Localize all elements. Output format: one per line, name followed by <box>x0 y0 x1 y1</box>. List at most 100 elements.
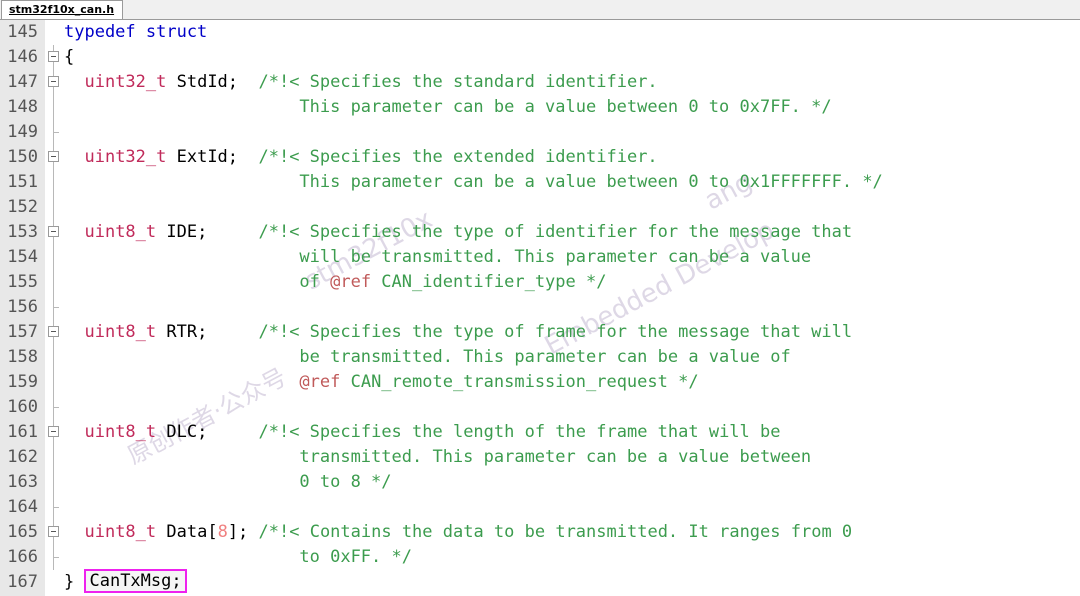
fold-marker-cell[interactable] <box>45 320 63 345</box>
tab-stm32f10x-can-h[interactable]: stm32f10x_can.h <box>1 0 124 19</box>
code-token-typ: uint32_t <box>84 72 167 92</box>
code-line: 150 uint32_t ExtId; /*!< Specifies the e… <box>0 145 1080 170</box>
code-text: uint8_t RTR; /*!< Specifies the type of … <box>64 320 852 345</box>
fold-marker-cell <box>45 570 63 595</box>
code-text: This parameter can be a value between 0 … <box>64 95 832 120</box>
code-line: 146 { <box>0 45 1080 70</box>
line-number: 148 <box>7 97 38 117</box>
code-token-cmt <box>64 372 299 392</box>
code-token-tag: @ref <box>330 272 372 292</box>
fold-collapse-icon[interactable] <box>48 526 59 537</box>
highlighted-symbol: CanTxMsg; <box>84 569 187 593</box>
code-token-plain: ExtId; <box>166 147 259 167</box>
fold-marker-cell[interactable] <box>45 145 63 170</box>
code-token-cmt: will be transmitted. This parameter can … <box>64 247 812 267</box>
code-text: transmitted. This parameter can be a val… <box>64 445 811 470</box>
line-number: 150 <box>7 147 38 167</box>
fold-tick-icon <box>53 307 59 308</box>
line-number: 167 <box>7 572 38 592</box>
code-token-cmt: This parameter can be a value between 0 … <box>64 97 832 117</box>
fold-tick-icon <box>53 557 59 558</box>
code-token-cmt: /*!< Specifies the type of identifier fo… <box>258 222 853 242</box>
code-token-typ: uint8_t <box>84 322 157 342</box>
code-token-typ: uint8_t <box>84 522 157 542</box>
fold-marker-cell[interactable] <box>45 220 63 245</box>
fold-marker-cell[interactable] <box>45 45 63 70</box>
fold-marker-cell[interactable] <box>45 70 63 95</box>
code-token-cmt: /*!< Specifies the length of the frame t… <box>258 422 781 442</box>
code-token-kw: typedef struct <box>64 22 208 42</box>
line-number: 159 <box>7 372 38 392</box>
line-number: 149 <box>7 122 38 142</box>
code-line: 162 transmitted. This parameter can be a… <box>0 445 1080 470</box>
line-number: 147 <box>7 72 38 92</box>
line-number: 162 <box>7 447 38 467</box>
code-text: will be transmitted. This parameter can … <box>64 245 811 270</box>
code-token-plain: DLC; <box>156 422 259 442</box>
code-text: of @ref CAN_identifier_type */ <box>64 270 606 295</box>
line-number: 156 <box>7 297 38 317</box>
code-token-cmt: transmitted. This parameter can be a val… <box>64 447 812 467</box>
code-token-cmt: CAN_identifier_type */ <box>371 272 607 292</box>
code-line: 152 <box>0 195 1080 220</box>
fold-collapse-icon[interactable] <box>48 76 59 87</box>
fold-marker-cell <box>45 545 63 570</box>
code-token-plain: } <box>64 572 85 592</box>
code-line: 159 @ref CAN_remote_transmission_request… <box>0 370 1080 395</box>
code-line: 155 of @ref CAN_identifier_type */ <box>0 270 1080 295</box>
code-text: } CanTxMsg; <box>64 569 187 595</box>
code-token-plain: IDE; <box>156 222 259 242</box>
code-line: 165 uint8_t Data[8]; /*!< Contains the d… <box>0 520 1080 545</box>
code-lines: 145 typedef struct 146 {147 uint32_t StdId;… <box>0 20 1080 595</box>
line-number: 157 <box>7 322 38 342</box>
code-line: 148 This parameter can be a value betwee… <box>0 95 1080 120</box>
fold-marker-cell <box>45 195 63 220</box>
line-number: 163 <box>7 472 38 492</box>
code-line: 161 uint8_t DLC; /*!< Specifies the leng… <box>0 420 1080 445</box>
code-token-typ: uint8_t <box>84 422 157 442</box>
editor-tab-bar: stm32f10x_can.h <box>0 0 1080 20</box>
fold-collapse-icon[interactable] <box>48 51 59 62</box>
fold-marker-cell <box>45 245 63 270</box>
code-text: typedef struct <box>64 20 207 45</box>
code-token-plain: RTR; <box>156 322 259 342</box>
line-number: 151 <box>7 172 38 192</box>
code-line: 164 <box>0 495 1080 520</box>
fold-collapse-icon[interactable] <box>48 326 59 337</box>
code-editor[interactable]: stm32f10x Embedded Develop ang 原创作者·公众号 … <box>0 20 1080 596</box>
code-line: 149 <box>0 120 1080 145</box>
line-number: 154 <box>7 247 38 267</box>
fold-collapse-icon[interactable] <box>48 226 59 237</box>
line-number: 165 <box>7 522 38 542</box>
code-line: 151 This parameter can be a value betwee… <box>0 170 1080 195</box>
code-text: uint8_t IDE; /*!< Specifies the type of … <box>64 220 852 245</box>
code-token-cmt: /*!< Specifies the extended identifier. <box>258 147 658 167</box>
fold-collapse-icon[interactable] <box>48 426 59 437</box>
line-number: 164 <box>7 497 38 517</box>
code-text: uint8_t Data[8]; /*!< Contains the data … <box>64 520 852 545</box>
line-number: 160 <box>7 397 38 417</box>
fold-marker-cell <box>45 95 63 120</box>
line-number: 166 <box>7 547 38 567</box>
code-token-cmt: be transmitted. This parameter can be a … <box>64 347 791 367</box>
code-text: uint32_t StdId; /*!< Specifies the stand… <box>64 70 657 95</box>
code-token-plain: StdId; <box>166 72 259 92</box>
fold-collapse-icon[interactable] <box>48 151 59 162</box>
code-text: @ref CAN_remote_transmission_request */ <box>64 370 698 395</box>
code-line: 145 typedef struct <box>0 20 1080 45</box>
fold-marker-cell[interactable] <box>45 520 63 545</box>
code-token-cmt: /*!< Contains the data to be transmitted… <box>258 522 853 542</box>
fold-marker-cell[interactable] <box>45 420 63 445</box>
code-token-num: 8 <box>217 522 228 542</box>
fold-marker-cell <box>45 295 63 320</box>
code-line: 167} CanTxMsg; <box>0 569 1080 595</box>
code-text: to 0xFF. */ <box>64 545 412 570</box>
code-line: 166 to 0xFF. */ <box>0 545 1080 570</box>
fold-tick-icon <box>53 132 59 133</box>
fold-marker-cell <box>45 495 63 520</box>
fold-marker-cell <box>45 395 63 420</box>
code-line: 158 be transmitted. This parameter can b… <box>0 345 1080 370</box>
